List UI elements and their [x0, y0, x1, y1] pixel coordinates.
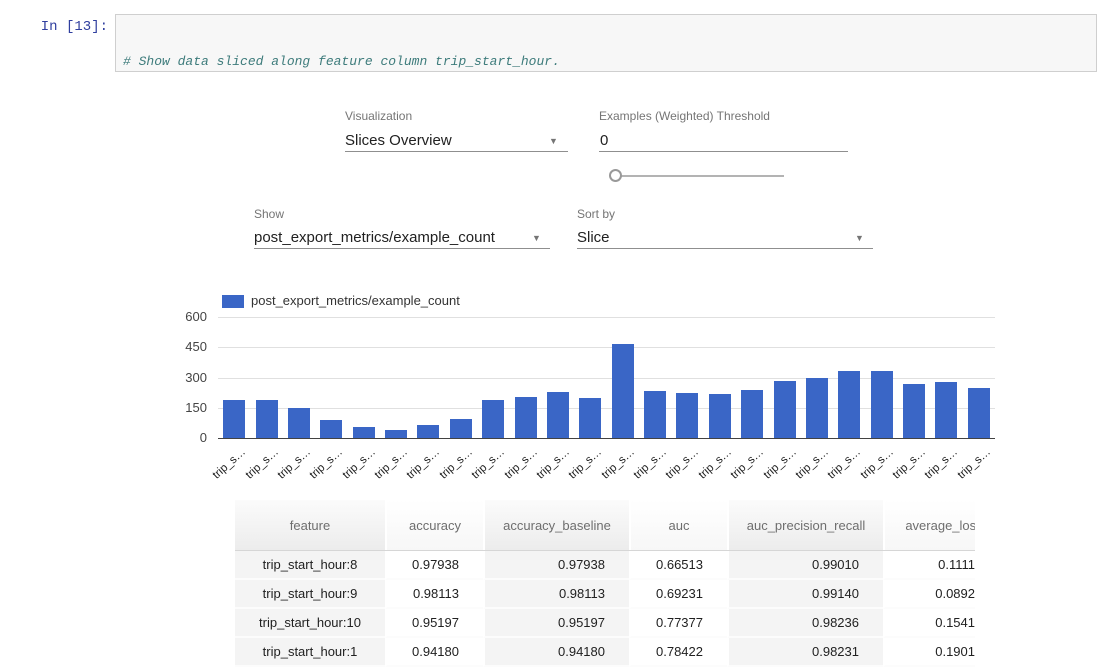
- dropdown-underline: [345, 151, 568, 152]
- code-line: # Show data sliced along feature column …: [123, 53, 1089, 71]
- column-header-accuracy[interactable]: accuracy: [385, 500, 483, 550]
- chevron-down-icon[interactable]: ▼: [855, 234, 864, 243]
- bar[interactable]: [968, 388, 990, 438]
- bar[interactable]: [741, 390, 763, 438]
- y-axis-tick: 300: [163, 370, 207, 385]
- metric-cell: 0.1111: [883, 551, 975, 580]
- threshold-label: Examples (Weighted) Threshold: [599, 109, 770, 123]
- bar[interactable]: [644, 391, 666, 438]
- metrics-table: featureaccuracyaccuracy_baselineaucauc_p…: [235, 500, 975, 668]
- metric-cell: 0.0892: [883, 580, 975, 609]
- table-row[interactable]: trip_start_hour:80.979380.979380.665130.…: [235, 551, 975, 580]
- bar[interactable]: [450, 419, 472, 438]
- y-axis-tick: 450: [163, 339, 207, 354]
- cell-prompt: In [13]:: [0, 19, 108, 35]
- metric-cell: 0.1541: [883, 609, 975, 638]
- y-axis-tick: 150: [163, 400, 207, 415]
- threshold-input[interactable]: 0: [600, 132, 608, 149]
- bar[interactable]: [547, 392, 569, 438]
- bar[interactable]: [417, 425, 439, 438]
- show-metric-dropdown[interactable]: post_export_metrics/example_count: [254, 229, 495, 246]
- metric-cell: 0.98113: [385, 580, 483, 609]
- bar[interactable]: [676, 393, 698, 438]
- bar[interactable]: [935, 382, 957, 438]
- bar[interactable]: [320, 420, 342, 438]
- feature-cell: trip_start_hour:1: [235, 638, 385, 667]
- x-axis-line: [218, 438, 995, 439]
- code-cell-editor[interactable]: # Show data sliced along feature column …: [115, 14, 1097, 72]
- gridline: [218, 347, 995, 348]
- threshold-slider-track[interactable]: [616, 175, 784, 177]
- metric-cell: 0.99140: [727, 580, 883, 609]
- metric-cell: 0.1901: [883, 638, 975, 667]
- dropdown-underline: [254, 248, 550, 249]
- metric-cell: 0.97938: [385, 551, 483, 580]
- bar[interactable]: [579, 398, 601, 438]
- metric-cell: 0.77377: [629, 609, 727, 638]
- y-axis-tick: 600: [163, 309, 207, 324]
- bar[interactable]: [385, 430, 407, 438]
- metric-cell: 0.98236: [727, 609, 883, 638]
- metric-cell: 0.94180: [385, 638, 483, 667]
- sort-by-dropdown[interactable]: Slice: [577, 229, 610, 246]
- bar[interactable]: [709, 394, 731, 438]
- table-row[interactable]: trip_start_hour:90.981130.981130.692310.…: [235, 580, 975, 609]
- show-label: Show: [254, 207, 284, 221]
- metrics-table-inner: featureaccuracyaccuracy_baselineaucauc_p…: [235, 500, 975, 667]
- threshold-slider-handle[interactable]: [609, 169, 622, 182]
- y-axis-tick: 0: [163, 430, 207, 445]
- metric-cell: 0.98231: [727, 638, 883, 667]
- feature-cell: trip_start_hour:8: [235, 551, 385, 580]
- table-row[interactable]: trip_start_hour:10.941800.941800.784220.…: [235, 638, 975, 667]
- bar[interactable]: [903, 384, 925, 438]
- sort-by-label: Sort by: [577, 207, 615, 221]
- bar[interactable]: [353, 427, 375, 438]
- bar[interactable]: [806, 378, 828, 438]
- metric-cell: 0.97938: [483, 551, 629, 580]
- bar[interactable]: [838, 371, 860, 438]
- bar[interactable]: [871, 371, 893, 438]
- chevron-down-icon[interactable]: ▼: [549, 137, 558, 146]
- code-comment: # Show data sliced along feature column …: [123, 54, 560, 69]
- dropdown-underline: [577, 248, 873, 249]
- metric-cell: 0.66513: [629, 551, 727, 580]
- input-underline: [599, 151, 848, 152]
- metric-cell: 0.78422: [629, 638, 727, 667]
- legend-swatch: [222, 295, 244, 308]
- column-header-feature[interactable]: feature: [235, 500, 385, 550]
- notebook-output-area: In [13]: # Show data sliced along featur…: [0, 0, 1111, 668]
- column-header-auc_precision_recall[interactable]: auc_precision_recall: [727, 500, 883, 550]
- metric-cell: 0.98113: [483, 580, 629, 609]
- column-header-accuracy_baseline[interactable]: accuracy_baseline: [483, 500, 629, 550]
- bar[interactable]: [612, 344, 634, 438]
- table-row[interactable]: trip_start_hour:100.951970.951970.773770…: [235, 609, 975, 638]
- column-header-auc[interactable]: auc: [629, 500, 727, 550]
- visualization-dropdown[interactable]: Slices Overview: [345, 132, 452, 149]
- feature-cell: trip_start_hour:10: [235, 609, 385, 638]
- gridline: [218, 317, 995, 318]
- metric-cell: 0.95197: [483, 609, 629, 638]
- bar[interactable]: [515, 397, 537, 438]
- bar[interactable]: [482, 400, 504, 438]
- column-header-average_loss[interactable]: average_loss: [883, 500, 975, 550]
- metric-cell: 0.94180: [483, 638, 629, 667]
- legend-label: post_export_metrics/example_count: [251, 293, 460, 308]
- bar[interactable]: [256, 400, 278, 438]
- bar[interactable]: [774, 381, 796, 438]
- bar[interactable]: [288, 408, 310, 438]
- feature-cell: trip_start_hour:9: [235, 580, 385, 609]
- bar[interactable]: [223, 400, 245, 438]
- visualization-label: Visualization: [345, 109, 412, 123]
- chevron-down-icon[interactable]: ▼: [532, 234, 541, 243]
- metric-cell: 0.69231: [629, 580, 727, 609]
- metric-cell: 0.99010: [727, 551, 883, 580]
- metric-cell: 0.95197: [385, 609, 483, 638]
- table-header-row: featureaccuracyaccuracy_baselineaucauc_p…: [235, 500, 975, 551]
